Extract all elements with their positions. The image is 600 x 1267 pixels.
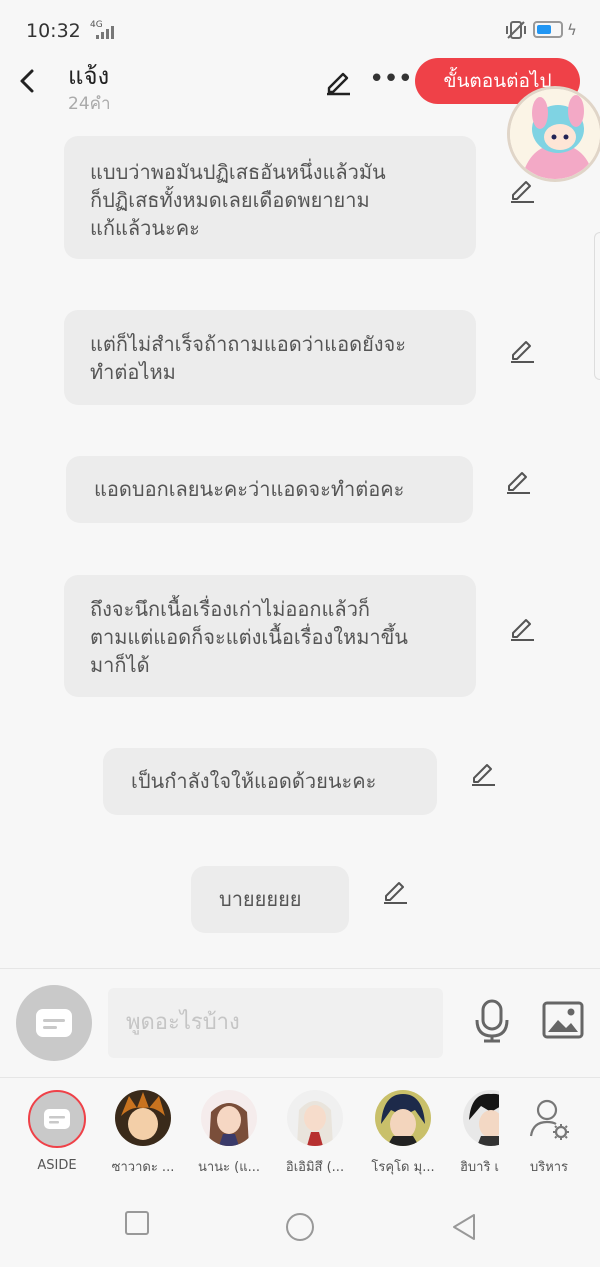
edit-message-icon[interactable]: [380, 876, 410, 906]
character-label: บริหาร: [529, 1160, 569, 1175]
message-bubble[interactable]: แอดบอกเลยนะคะว่าแอดจะทำต่อคะ: [66, 456, 473, 523]
character-item[interactable]: อิเอิมิสึ (...: [275, 1090, 355, 1177]
charging-icon: ϟ: [567, 21, 577, 39]
message-line: ก็ปฏิเสธทั้งหมดเลยเดือดพยายาม: [90, 188, 370, 212]
character-item[interactable]: ซาวาดะ ...: [103, 1090, 183, 1177]
manage-characters-button[interactable]: บริหาร: [509, 1090, 589, 1177]
message-bubble[interactable]: ถึงจะนึกเนื้อเรื่องเก่าไม่ออกแล้วก็ ตามแ…: [64, 575, 476, 697]
character-avatar: [463, 1090, 499, 1146]
word-count: 24คำ: [68, 94, 111, 114]
status-time: 10:32: [26, 20, 81, 42]
message-line: แก้แล้วนะคะ: [90, 216, 200, 240]
aside-toggle-button[interactable]: [16, 985, 92, 1061]
edit-message-icon[interactable]: [507, 613, 537, 643]
character-aside[interactable]: ASIDE: [17, 1090, 97, 1173]
status-bar: 10:32 4G ϟ: [0, 0, 600, 60]
character-item[interactable]: ฮิบาริ เ: [449, 1090, 499, 1177]
image-icon[interactable]: [542, 1001, 584, 1039]
message-line: ตามแต่แอดก็จะแต่งเนื้อเรื่องใหมาขึ้น: [90, 625, 408, 649]
message-line: แอดบอกเลยนะคะว่าแอดจะทำต่อคะ: [94, 477, 405, 501]
recent-apps-icon[interactable]: [124, 1210, 150, 1236]
home-icon[interactable]: [284, 1211, 316, 1243]
header: แจ้ง 24คำ ••• ขั้นตอนต่อไป: [0, 52, 600, 122]
chat-bubble-icon: [28, 1090, 86, 1148]
message-line: แบบว่าพอมันปฏิเสธอันหนึ่งแล้วมัน: [90, 160, 386, 184]
character-label: อิเอิมิสึ (...: [285, 1160, 345, 1175]
character-item[interactable]: นานะ (แ...: [189, 1090, 269, 1177]
message-line: เป็นกำลังใจให้แอดด้วยนะคะ: [131, 769, 377, 793]
scroll-handle[interactable]: [594, 232, 600, 380]
back-nav-icon[interactable]: [450, 1213, 478, 1241]
character-avatar: [201, 1090, 257, 1146]
more-options-icon[interactable]: •••: [369, 64, 413, 94]
edit-message-icon[interactable]: [507, 335, 537, 365]
message-bubble[interactable]: แต่ก็ไม่สำเร็จถ้าถามแอดว่าแอดยังจะ ทำต่อ…: [64, 310, 476, 405]
message-line: ทำต่อไหม: [90, 360, 176, 384]
message-line: มาก็ได้: [90, 653, 150, 677]
message-line: บายยยยย: [219, 887, 302, 911]
microphone-icon[interactable]: [474, 998, 510, 1044]
character-label: โรคุโด มุ...: [371, 1160, 435, 1175]
divider: [0, 1077, 600, 1078]
message-input[interactable]: พูดอะไรบ้าง: [108, 988, 443, 1058]
edit-message-icon[interactable]: [468, 758, 498, 788]
message-line: ถึงจะนึกเนื้อเรื่องเก่าไม่ออกแล้วก็: [90, 597, 371, 621]
edit-message-icon[interactable]: [507, 175, 537, 205]
character-label: ซาวาดะ ...: [111, 1160, 175, 1175]
signal-icon: [96, 26, 114, 39]
character-avatar: [375, 1090, 431, 1146]
back-icon[interactable]: [16, 66, 40, 96]
vibrate-icon: [506, 21, 526, 39]
character-label: นานะ (แ...: [197, 1160, 261, 1175]
character-label: ฮิบาริ เ: [459, 1160, 499, 1175]
chat-bubble-icon: [36, 1009, 72, 1037]
divider: [0, 968, 600, 969]
message-bubble[interactable]: บายยยยย: [191, 866, 349, 933]
manage-user-icon: [521, 1090, 577, 1146]
floating-character-avatar[interactable]: [507, 86, 600, 182]
message-line: แต่ก็ไม่สำเร็จถ้าถามแอดว่าแอดยังจะ: [90, 332, 407, 356]
message-bubble[interactable]: แบบว่าพอมันปฏิเสธอันหนึ่งแล้วมัน ก็ปฏิเส…: [64, 136, 476, 259]
character-avatar: [115, 1090, 171, 1146]
edit-title-icon[interactable]: [323, 66, 353, 96]
character-avatar: [287, 1090, 343, 1146]
character-item[interactable]: โรคุโด มุ...: [363, 1090, 443, 1177]
character-label: ASIDE: [37, 1158, 77, 1173]
message-bubble[interactable]: เป็นกำลังใจให้แอดด้วยนะคะ: [103, 748, 437, 815]
battery-icon: [533, 21, 563, 38]
edit-message-icon[interactable]: [503, 466, 533, 496]
